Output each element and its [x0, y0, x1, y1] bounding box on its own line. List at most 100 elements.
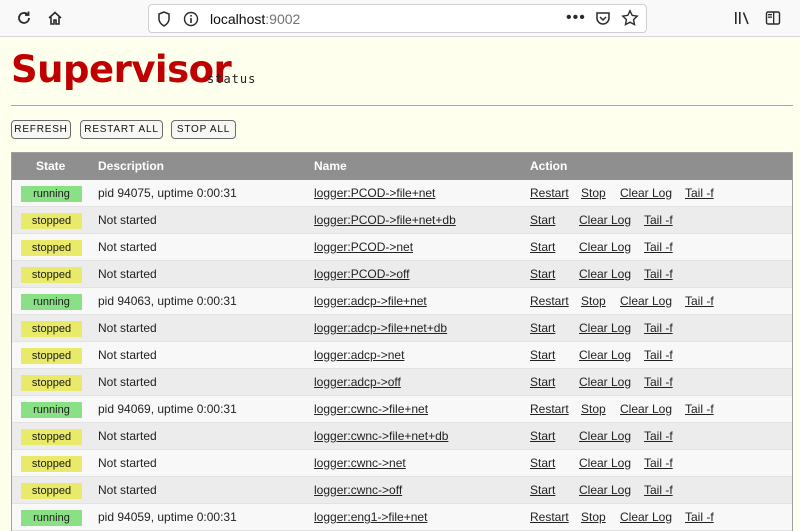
- tail-f-link[interactable]: Tail -f: [644, 348, 673, 362]
- reload-icon[interactable]: [13, 7, 35, 29]
- start-link[interactable]: Start: [530, 483, 555, 497]
- address-bar[interactable]: localhost:9002 •••: [148, 4, 647, 33]
- process-name-link[interactable]: logger:cwnc->file+net: [314, 402, 428, 416]
- process-description: Not started: [98, 267, 157, 281]
- url-text[interactable]: localhost:9002: [210, 11, 300, 27]
- tail-f-link[interactable]: Tail -f: [644, 483, 673, 497]
- clear-log-link[interactable]: Clear Log: [579, 321, 631, 335]
- header-divider: [11, 105, 793, 107]
- process-name-link[interactable]: logger:cwnc->file+net+db: [314, 429, 448, 443]
- tail-f-link[interactable]: Tail -f: [685, 186, 714, 200]
- process-name-link[interactable]: logger:PCOD->file+net+db: [314, 213, 456, 227]
- start-link[interactable]: Start: [530, 240, 555, 254]
- table-row: running pid 94075, uptime 0:00:31 logger:P…: [12, 180, 792, 207]
- restart-link[interactable]: Restart: [530, 510, 569, 524]
- stop-link[interactable]: Stop: [581, 402, 606, 416]
- start-link[interactable]: Start: [530, 375, 555, 389]
- status-badge: stopped: [21, 267, 82, 283]
- status-badge: stopped: [21, 240, 82, 256]
- table-row: stopped Not started logger:cwnc->file+net+…: [12, 423, 792, 450]
- stop-link[interactable]: Stop: [581, 510, 606, 524]
- header-description: Description: [98, 159, 165, 173]
- restart-link[interactable]: Restart: [530, 186, 569, 200]
- process-name-link[interactable]: logger:eng1->file+net: [314, 510, 427, 524]
- clear-log-link[interactable]: Clear Log: [579, 375, 631, 389]
- tail-f-link[interactable]: Tail -f: [644, 213, 673, 227]
- status-badge: running: [21, 402, 82, 418]
- site-info-icon[interactable]: [183, 11, 199, 32]
- restart-all-button[interactable]: RESTART ALL: [80, 120, 163, 139]
- table-row: stopped Not started logger:adcp->off Start C…: [12, 369, 792, 396]
- restart-link[interactable]: Restart: [530, 294, 569, 308]
- process-name-link[interactable]: logger:cwnc->net: [314, 456, 406, 470]
- home-icon[interactable]: [44, 7, 66, 29]
- process-name-link[interactable]: logger:PCOD->off: [314, 267, 410, 281]
- clear-log-link[interactable]: Clear Log: [579, 213, 631, 227]
- process-description: Not started: [98, 240, 157, 254]
- table-row: stopped Not started logger:PCOD->off Start C…: [12, 261, 792, 288]
- sidebar-toggle-icon[interactable]: [762, 7, 784, 29]
- start-link[interactable]: Start: [530, 213, 555, 227]
- status-badge: stopped: [21, 429, 82, 445]
- process-name-link[interactable]: logger:adcp->file+net: [314, 294, 427, 308]
- start-link[interactable]: Start: [530, 456, 555, 470]
- process-description: Not started: [98, 483, 157, 497]
- pocket-icon[interactable]: [595, 10, 611, 31]
- stop-all-button[interactable]: STOP ALL: [171, 120, 236, 139]
- tail-f-link[interactable]: Tail -f: [644, 240, 673, 254]
- tail-f-link[interactable]: Tail -f: [685, 510, 714, 524]
- tracking-shield-icon[interactable]: [157, 11, 171, 32]
- stop-link[interactable]: Stop: [581, 186, 606, 200]
- status-badge: running: [21, 186, 82, 202]
- process-name-link[interactable]: logger:adcp->file+net+db: [314, 321, 447, 335]
- page-subtitle: status: [207, 72, 257, 86]
- tail-f-link[interactable]: Tail -f: [644, 456, 673, 470]
- status-badge: running: [21, 510, 82, 526]
- process-description: Not started: [98, 375, 157, 389]
- start-link[interactable]: Start: [530, 267, 555, 281]
- clear-log-link[interactable]: Clear Log: [579, 429, 631, 443]
- process-name-link[interactable]: logger:PCOD->net: [314, 240, 413, 254]
- tail-f-link[interactable]: Tail -f: [644, 321, 673, 335]
- tail-f-link[interactable]: Tail -f: [685, 402, 714, 416]
- clear-log-link[interactable]: Clear Log: [620, 510, 672, 524]
- status-badge: stopped: [21, 456, 82, 472]
- start-link[interactable]: Start: [530, 348, 555, 362]
- start-link[interactable]: Start: [530, 321, 555, 335]
- clear-log-link[interactable]: Clear Log: [620, 402, 672, 416]
- restart-link[interactable]: Restart: [530, 402, 569, 416]
- clear-log-link[interactable]: Clear Log: [579, 456, 631, 470]
- status-badge: stopped: [21, 213, 82, 229]
- library-icon[interactable]: [732, 7, 754, 29]
- refresh-button[interactable]: REFRESH: [11, 120, 71, 139]
- start-link[interactable]: Start: [530, 429, 555, 443]
- process-name-link[interactable]: logger:adcp->off: [314, 375, 401, 389]
- page-actions-icon[interactable]: •••: [566, 9, 586, 27]
- clear-log-link[interactable]: Clear Log: [579, 348, 631, 362]
- process-description: Not started: [98, 213, 157, 227]
- page-title: Supervisor: [11, 48, 232, 91]
- browser-toolbar: localhost:9002 •••: [0, 0, 800, 37]
- clear-log-link[interactable]: Clear Log: [579, 267, 631, 281]
- process-name-link[interactable]: logger:cwnc->off: [314, 483, 402, 497]
- table-row: stopped Not started logger:PCOD->net Start C…: [12, 234, 792, 261]
- clear-log-link[interactable]: Clear Log: [579, 483, 631, 497]
- process-name-link[interactable]: logger:adcp->net: [314, 348, 404, 362]
- process-name-link[interactable]: logger:PCOD->file+net: [314, 186, 435, 200]
- clear-log-link[interactable]: Clear Log: [620, 186, 672, 200]
- table-row: running pid 94059, uptime 0:00:31 logger:e…: [12, 504, 792, 531]
- stop-link[interactable]: Stop: [581, 294, 606, 308]
- bookmark-star-icon[interactable]: [621, 9, 639, 32]
- status-badge: stopped: [21, 483, 82, 499]
- clear-log-link[interactable]: Clear Log: [620, 294, 672, 308]
- tail-f-link[interactable]: Tail -f: [644, 267, 673, 281]
- status-badge: stopped: [21, 375, 82, 391]
- status-badge: stopped: [21, 321, 82, 337]
- tail-f-link[interactable]: Tail -f: [644, 375, 673, 389]
- table-row: stopped Not started logger:PCOD->file+net+…: [12, 207, 792, 234]
- clear-log-link[interactable]: Clear Log: [579, 240, 631, 254]
- tail-f-link[interactable]: Tail -f: [644, 429, 673, 443]
- header-action: Action: [530, 159, 568, 173]
- status-badge: running: [21, 294, 82, 310]
- tail-f-link[interactable]: Tail -f: [685, 294, 714, 308]
